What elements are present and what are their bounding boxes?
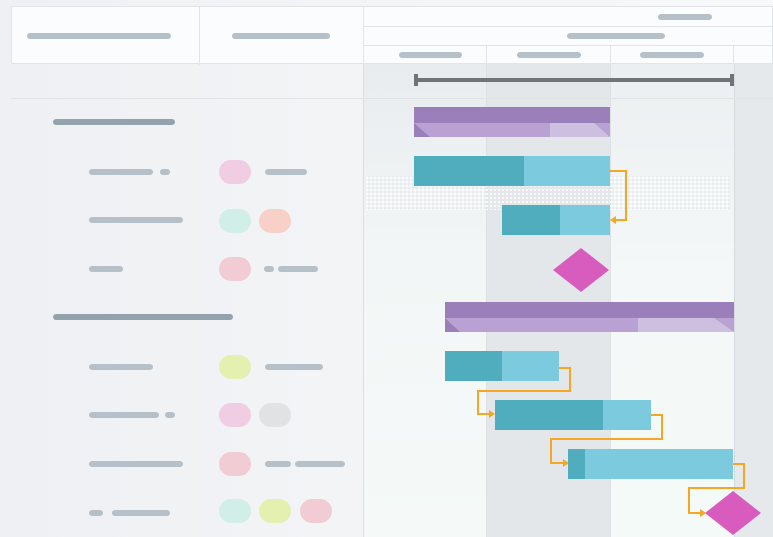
task-bar-2-3[interactable] (568, 449, 733, 479)
task-bar-1-1[interactable] (414, 156, 610, 186)
milestone-diamond-2[interactable] (705, 491, 761, 535)
milestone-diamond-1[interactable] (553, 248, 609, 292)
dependency-arrow (610, 170, 627, 221)
task-bar-1-2[interactable] (502, 205, 610, 235)
dependency-arrow-head (610, 216, 616, 224)
task-bar-2-2[interactable] (495, 400, 651, 430)
task-bar-2-1[interactable] (445, 351, 559, 381)
project-span (414, 74, 734, 86)
summary-bar-1[interactable] (414, 107, 610, 137)
gantt-chart (414, 74, 761, 535)
summary-bar-2[interactable] (445, 302, 734, 332)
dependency-arrow-head (489, 410, 495, 418)
